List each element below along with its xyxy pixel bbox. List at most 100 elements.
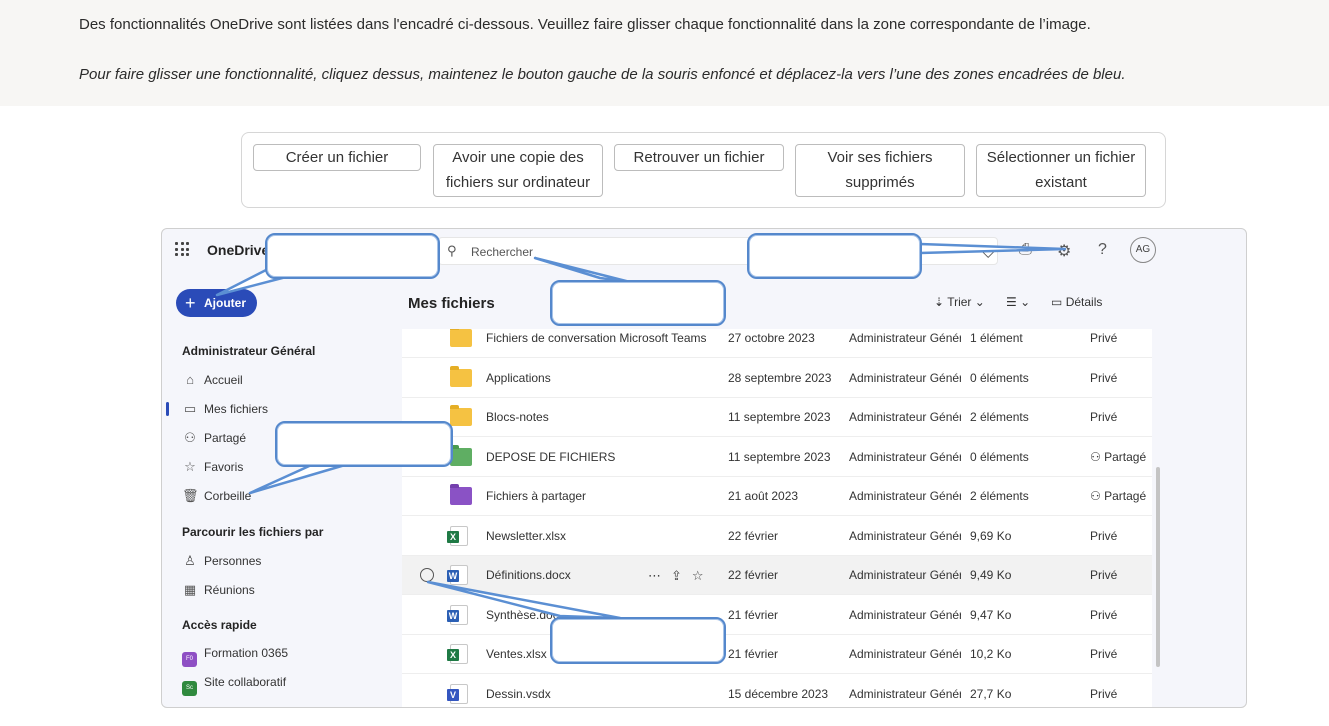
file-size: 0 éléments bbox=[970, 370, 1029, 385]
file-row[interactable]: Blocs-notes 11 septembre 2023 Administrate… bbox=[402, 398, 1152, 437]
file-size: 10,2 Ko bbox=[970, 647, 1012, 661]
avatar[interactable]: AG bbox=[1130, 237, 1156, 263]
file-row[interactable]: X Newsletter.xlsx 22 février Administrateur… bbox=[402, 517, 1152, 556]
page-title: Mes fichiers bbox=[408, 295, 495, 312]
file-date: 15 décembre 2023 bbox=[728, 686, 829, 701]
site-badge-icon: F0 bbox=[182, 652, 197, 667]
quick-access-item[interactable]: Sc Site collaboratif bbox=[182, 675, 287, 696]
drop-zone-recycle-bin[interactable] bbox=[275, 421, 453, 467]
file-name[interactable]: Fichiers à partager bbox=[486, 477, 706, 516]
sidebar-item-home[interactable]: ⌂ Accueil bbox=[182, 372, 243, 390]
instruction-text: Des fonctionnalités OneDrive sont listée… bbox=[79, 16, 1091, 33]
file-row[interactable]: DEPOSE DE FICHIERS 11 septembre 2023 Admin… bbox=[402, 438, 1152, 477]
file-sharing: Privé bbox=[1090, 370, 1118, 385]
sort-icon: ⇣ bbox=[934, 295, 945, 309]
file-name[interactable]: DEPOSE DE FICHIERS bbox=[486, 438, 706, 477]
file-size: 0 éléments bbox=[970, 449, 1029, 464]
quick-access-item[interactable]: F0 Formation 0365 bbox=[182, 646, 289, 667]
file-row[interactable]: V Dessin.vsdx 15 décembre 2023 Administrate… bbox=[402, 675, 1152, 708]
file-name[interactable]: Newsletter.xlsx bbox=[486, 517, 706, 556]
chip-select-file[interactable]: Sélectionner un fichier existant bbox=[976, 144, 1146, 197]
excel-file-icon: X bbox=[447, 525, 468, 546]
sidebar-item-my-files[interactable]: ▭ Mes fichiers bbox=[165, 401, 268, 419]
star-icon: ☆ bbox=[184, 459, 196, 474]
file-row[interactable]: W Synthèse.docx 21 février Administrateur G… bbox=[402, 596, 1152, 635]
file-sharing: ⚇ Partagé bbox=[1090, 449, 1147, 464]
file-date: 11 septembre 2023 bbox=[728, 449, 831, 464]
folder-icon bbox=[450, 329, 472, 347]
drop-zone-add[interactable] bbox=[265, 233, 440, 279]
sidebar-item-meetings[interactable]: ▦ Réunions bbox=[182, 582, 255, 600]
calendar-icon: ▦ bbox=[183, 582, 197, 597]
folder-icon bbox=[450, 365, 472, 387]
file-date: 21 février bbox=[728, 647, 779, 661]
file-sharing: Privé bbox=[1090, 647, 1118, 661]
instructions-panel: Des fonctionnalités OneDrive sont listée… bbox=[0, 0, 1329, 106]
chevron-down-icon: ⌄ bbox=[974, 295, 985, 309]
sidebar-item-people[interactable]: ♙ Personnes bbox=[182, 553, 261, 571]
file-name[interactable]: Dessin.vsdx bbox=[486, 675, 706, 708]
excel-file-icon: X bbox=[447, 644, 468, 664]
file-row[interactable]: Applications 28 septembre 2023 Administrat… bbox=[402, 359, 1152, 398]
sort-button[interactable]: ⇣ Trier ⌄ bbox=[934, 295, 985, 309]
file-row[interactable]: Fichiers de conversation Microsoft Teams… bbox=[402, 329, 1152, 358]
file-row[interactable]: Fichiers à partager 21 août 2023 Administr… bbox=[402, 477, 1152, 516]
file-date: 21 février bbox=[728, 607, 779, 622]
details-label: Détails bbox=[1065, 295, 1103, 309]
list-view-icon: ☰ bbox=[1006, 295, 1017, 309]
quick-access-label: Site collaboratif bbox=[204, 675, 287, 689]
drop-zone-search[interactable] bbox=[550, 280, 726, 326]
select-checkbox[interactable] bbox=[420, 568, 434, 582]
quick-access-label: Formation 0365 bbox=[204, 646, 289, 660]
file-row[interactable]: X Ventes.xlsx 21 février Administrateur Gén… bbox=[402, 635, 1152, 674]
file-name[interactable]: Blocs-notes bbox=[486, 398, 706, 437]
drop-zone-select-file[interactable] bbox=[550, 617, 726, 664]
browse-section-title: Parcourir les fichiers par bbox=[182, 525, 324, 539]
file-owner: Administrateur Généra bbox=[849, 686, 961, 701]
settings-gear-icon[interactable]: ⚙ bbox=[1057, 241, 1071, 261]
details-button[interactable]: ▭ Détails bbox=[1051, 295, 1102, 309]
file-sharing: Privé bbox=[1090, 686, 1118, 701]
chip-label: fichiers sur ordinateur bbox=[445, 174, 591, 191]
help-icon[interactable]: ? bbox=[1098, 241, 1107, 259]
app-launcher-icon[interactable] bbox=[175, 242, 189, 256]
word-file-icon: W bbox=[447, 565, 468, 585]
drop-zone-settings[interactable] bbox=[747, 233, 922, 279]
file-sharing: Privé bbox=[1090, 331, 1118, 345]
sidebar-item-recycle-bin[interactable]: 🗑 Corbeille bbox=[182, 488, 251, 506]
file-name[interactable]: Fichiers de conversation Microsoft Teams bbox=[486, 329, 706, 358]
shared-folder-icon bbox=[450, 444, 472, 466]
file-name[interactable]: Applications bbox=[486, 359, 706, 398]
file-name[interactable]: Définitions.docx bbox=[486, 556, 706, 595]
chip-find-file[interactable]: Retrouver un fichier bbox=[614, 144, 784, 171]
file-list: Fichiers de conversation Microsoft Teams… bbox=[402, 329, 1152, 708]
file-date: 22 février bbox=[728, 568, 779, 582]
folder-icon: ▭ bbox=[183, 401, 197, 416]
sidebar-item-favorites[interactable]: ☆ Favoris bbox=[182, 459, 243, 477]
sidebar-user: Administrateur Général bbox=[182, 344, 316, 358]
file-owner: Administrateur Généra bbox=[849, 370, 961, 385]
file-row[interactable]: ⋯⇪☆ W Définitions.docx 22 février Administra… bbox=[402, 556, 1152, 595]
chip-label: Voir ses fichiers bbox=[827, 149, 933, 166]
file-size: 9,47 Ko bbox=[970, 607, 1012, 622]
file-owner: Administrateur Généra bbox=[849, 607, 961, 622]
file-sharing: Privé bbox=[1090, 528, 1118, 543]
file-size: 27,7 Ko bbox=[970, 686, 1012, 701]
download-icon[interactable]: ⎙ bbox=[1019, 241, 1032, 259]
sidebar-item-shared[interactable]: ⚇ Partagé bbox=[182, 430, 246, 448]
premium-icon[interactable]: ◇ bbox=[982, 241, 994, 261]
add-button[interactable]: + Ajouter bbox=[176, 289, 257, 317]
chip-deleted-files[interactable]: Voir ses fichiers supprimés bbox=[795, 144, 965, 197]
sidebar-item-label: Réunions bbox=[204, 583, 255, 597]
file-date: 21 août 2023 bbox=[728, 489, 799, 503]
chip-create-file[interactable]: Créer un fichier bbox=[253, 144, 421, 171]
trash-icon: 🗑 bbox=[182, 488, 199, 503]
chip-local-copy[interactable]: Avoir une copie des fichiers sur ordinat… bbox=[433, 144, 603, 197]
folder-icon bbox=[450, 405, 472, 426]
details-pane-icon: ▭ bbox=[1051, 295, 1063, 309]
view-button[interactable]: ☰ ⌄ bbox=[1006, 295, 1030, 309]
people-icon: ⚇ bbox=[184, 430, 196, 445]
word-file-icon: W bbox=[447, 604, 468, 625]
scrollbar[interactable] bbox=[1156, 467, 1160, 667]
plus-icon: + bbox=[185, 293, 196, 313]
